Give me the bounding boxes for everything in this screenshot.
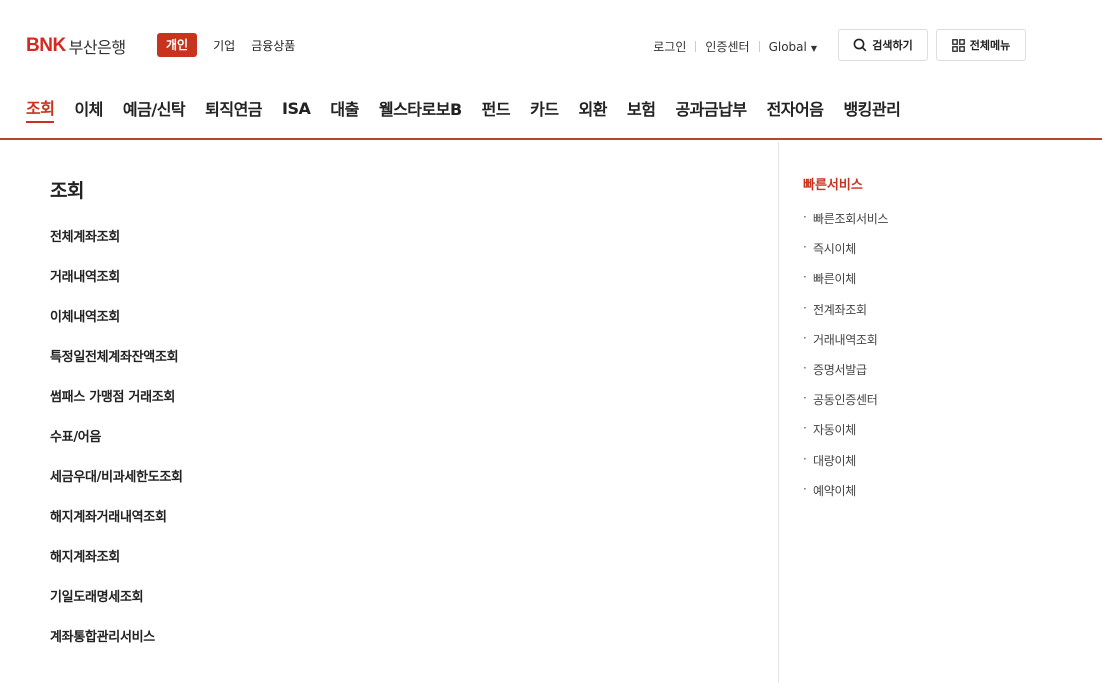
nav-card[interactable]: 카드: [530, 96, 559, 122]
quick-service-item[interactable]: · 증명서발급: [803, 361, 888, 391]
global-label: Global: [768, 39, 807, 54]
cert-center-link[interactable]: 인증센터: [705, 38, 749, 55]
submenu-item[interactable]: 이체내역조회: [50, 306, 183, 346]
nav-isa[interactable]: ISA: [282, 99, 311, 120]
segment-products[interactable]: 금융상품: [251, 37, 295, 54]
utility-links: 로그인 인증센터 Global ▼: [653, 38, 817, 55]
bullet-icon: ·: [803, 421, 807, 436]
quick-service-item[interactable]: · 자동이체: [803, 421, 888, 451]
submenu-item[interactable]: 수표/어음: [50, 426, 183, 466]
panel-divider: [778, 142, 779, 683]
quick-service-item[interactable]: · 빠른조회서비스: [803, 210, 888, 240]
segment-corporate[interactable]: 기업: [213, 37, 235, 54]
bullet-icon: ·: [803, 330, 807, 345]
util-divider: [758, 41, 760, 52]
quick-service-item[interactable]: · 즉시이체: [803, 240, 888, 270]
bullet-icon: ·: [803, 481, 807, 496]
nav-insurance[interactable]: 보험: [627, 96, 656, 122]
nav-forex[interactable]: 외환: [579, 96, 608, 122]
bullet-icon: ·: [803, 210, 807, 224]
submenu-item[interactable]: 전체계좌조회: [50, 226, 183, 266]
submenu-item[interactable]: 거래내역조회: [50, 266, 183, 306]
util-divider: [695, 41, 697, 52]
inquiry-submenu: 전체계좌조회 거래내역조회 이체내역조회 특정일전체계좌잔액조회 썸패스 가맹점…: [50, 226, 183, 666]
caret-down-icon: ▼: [810, 43, 817, 53]
submenu-item[interactable]: 기일도래명세조회: [50, 586, 183, 626]
nav-banking-management[interactable]: 뱅킹관리: [843, 96, 900, 122]
quick-service-list: · 빠른조회서비스 · 즉시이체 · 빠른이체 · 전계좌조회 · 거래내역조회 · 증명서…: [803, 210, 888, 512]
quick-service-label: 자동이체: [813, 423, 856, 438]
quick-service-label: 빠른조회서비스: [813, 212, 889, 226]
quick-service-label: 증명서발급: [813, 362, 867, 377]
nav-robo-advisor[interactable]: 웰스타로보B: [379, 96, 462, 122]
submenu-item[interactable]: 썸패스 가맹점 거래조회: [50, 386, 183, 426]
nav-fund[interactable]: 펀드: [482, 96, 511, 122]
quick-service-item[interactable]: · 예약이체: [803, 482, 888, 512]
quick-service-item[interactable]: · 전계좌조회: [803, 301, 888, 331]
nav-deposit-trust[interactable]: 예금/신탁: [123, 96, 186, 122]
segment-nav: 개인 기업 금융상품: [157, 33, 295, 57]
quick-service-label: 전계좌조회: [813, 302, 867, 317]
logo-mark: BNK: [26, 35, 66, 56]
search-button[interactable]: 검색하기: [838, 29, 928, 61]
bnk-logo[interactable]: BNK 부산은행: [26, 34, 126, 58]
submenu-item[interactable]: 특정일전체계좌잔액조회: [50, 346, 183, 386]
bullet-icon: ·: [803, 300, 807, 315]
bullet-icon: ·: [803, 451, 807, 466]
nav-loan[interactable]: 대출: [330, 96, 359, 122]
bullet-icon: ·: [803, 391, 807, 406]
quick-service-item[interactable]: · 공동인증센터: [803, 391, 888, 421]
search-icon: [853, 38, 867, 52]
all-menu-button[interactable]: 전체메뉴: [936, 29, 1026, 61]
submenu-item[interactable]: 세금우대/비과세한도조회: [50, 466, 183, 506]
nav-inquiry[interactable]: 조회: [26, 95, 55, 123]
quick-service-label: 대량이체: [813, 453, 856, 468]
quick-service-item[interactable]: · 거래내역조회: [803, 331, 888, 361]
mega-menu-panel: 조회 전체계좌조회 거래내역조회 이체내역조회 특정일전체계좌잔액조회 썸패스 …: [0, 142, 1102, 683]
quick-service-title: 빠른서비스: [803, 178, 863, 193]
logo-name: 부산은행: [68, 38, 126, 57]
quick-service-label: 공동인증센터: [813, 393, 878, 408]
header: BNK 부산은행 개인 기업 금융상품 로그인 인증센터 Global ▼ 검색하…: [0, 0, 1102, 140]
grid-icon: [951, 38, 965, 52]
quick-service-item[interactable]: · 빠른이체: [803, 270, 888, 300]
bullet-icon: ·: [803, 270, 807, 285]
all-menu-label: 전체메뉴: [969, 39, 1011, 52]
nav-utility-payment[interactable]: 공과금납부: [675, 96, 747, 122]
bullet-icon: ·: [803, 240, 807, 255]
panel-title: 조회: [50, 180, 84, 202]
submenu-item[interactable]: 해지계좌거래내역조회: [50, 506, 183, 546]
search-button-label: 검색하기: [872, 39, 913, 52]
quick-service-label: 거래내역조회: [813, 332, 878, 347]
quick-service-label: 즉시이체: [813, 242, 856, 257]
quick-service-item[interactable]: · 대량이체: [803, 452, 888, 482]
nav-e-bill[interactable]: 전자어음: [767, 96, 824, 122]
nav-transfer[interactable]: 이체: [74, 96, 103, 122]
quick-service-label: 빠른이체: [813, 272, 856, 287]
login-link[interactable]: 로그인: [653, 38, 686, 55]
segment-personal[interactable]: 개인: [157, 33, 198, 57]
main-nav: 조회 이체 예금/신탁 퇴직연금 ISA 대출 웰스타로보B 펀드 카드 외환 …: [26, 95, 920, 123]
global-dropdown[interactable]: Global ▼: [769, 40, 817, 54]
bullet-icon: ·: [803, 360, 807, 375]
submenu-item[interactable]: 계좌통합관리서비스: [50, 626, 183, 666]
quick-service-label: 예약이체: [813, 483, 856, 498]
nav-pension[interactable]: 퇴직연금: [205, 96, 262, 122]
submenu-item[interactable]: 해지계좌조회: [50, 546, 183, 586]
